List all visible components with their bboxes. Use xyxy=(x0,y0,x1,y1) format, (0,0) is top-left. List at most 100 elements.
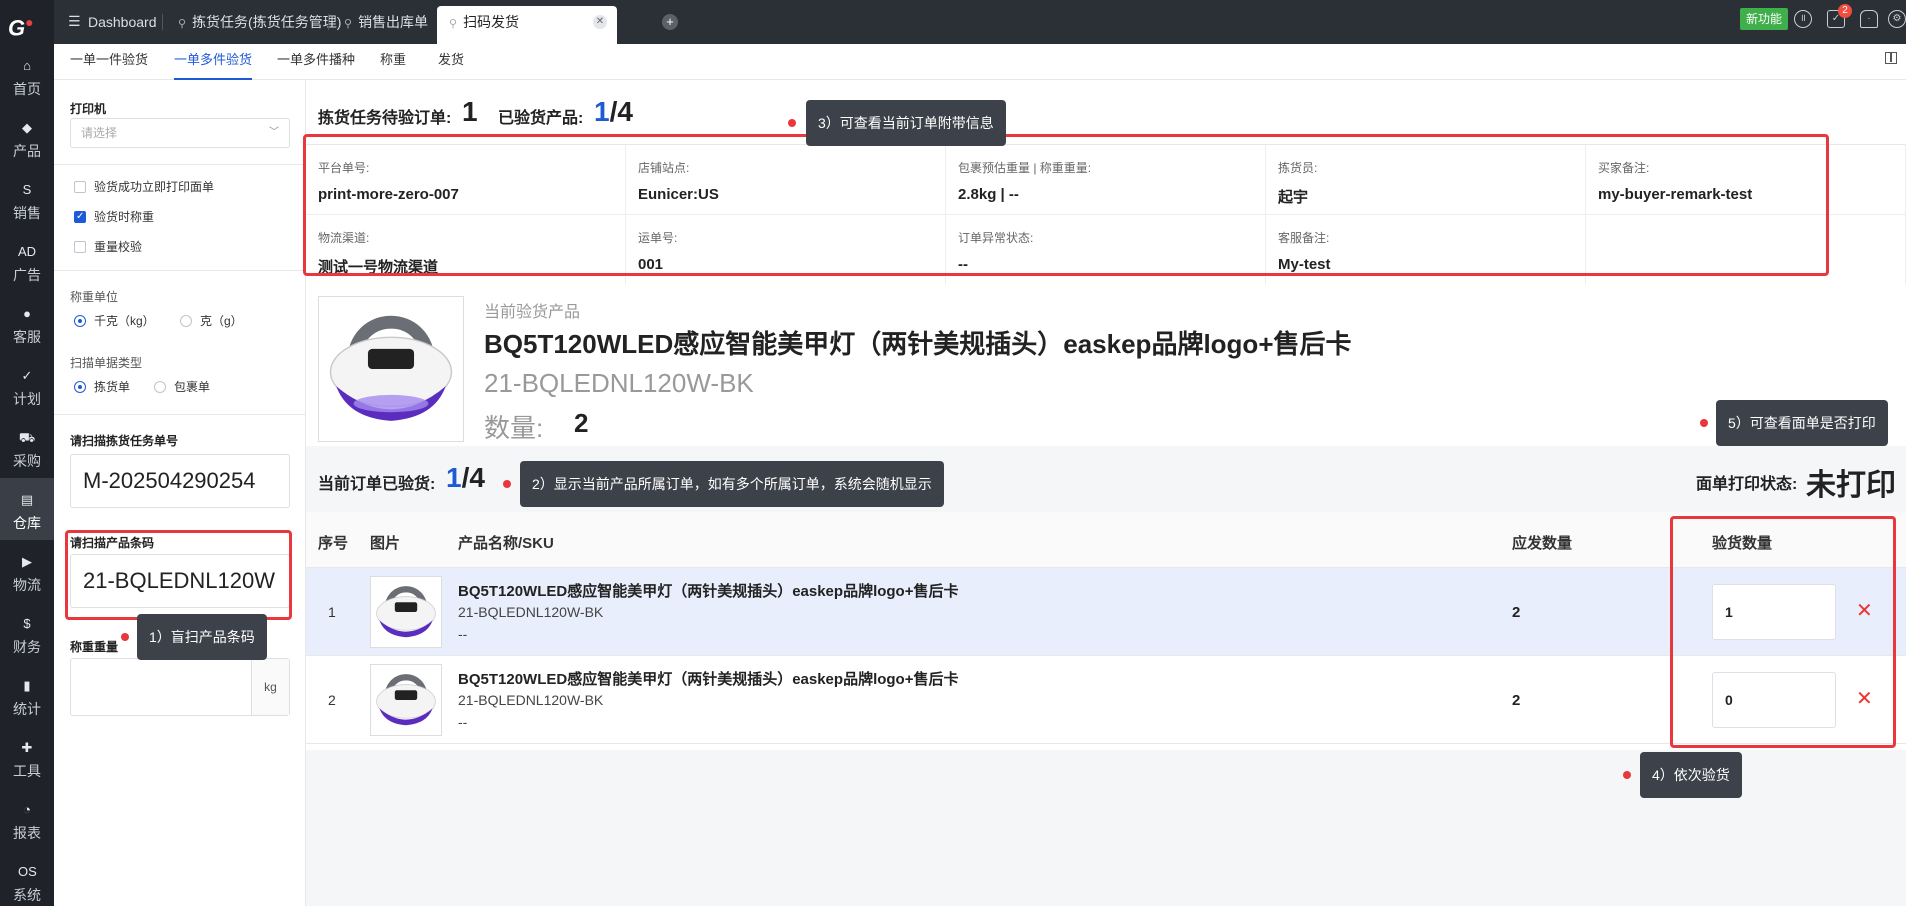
check-print-on-success[interactable]: 验货成功立即打印面单 xyxy=(74,180,214,194)
nav-item-truck[interactable]: ▶ 物流 xyxy=(0,540,54,602)
nav-item-chat[interactable]: ● 客服 xyxy=(0,292,54,354)
nav-item-cart[interactable]: ⛟ 采购 xyxy=(0,416,54,478)
nav-item-label: 物流 xyxy=(13,577,41,593)
nav-item-stats[interactable]: ▮ 统计 xyxy=(0,664,54,726)
checkbox[interactable] xyxy=(74,241,86,253)
row-index: 2 xyxy=(328,692,336,708)
subtab-multi-sow[interactable]: 一单多件播种 xyxy=(277,44,355,80)
app-logo[interactable]: G● xyxy=(8,9,46,40)
bell-icon[interactable]: · xyxy=(1860,10,1878,28)
verified-products-label: 已验货产品: xyxy=(498,110,584,127)
new-feature-button[interactable]: 新功能 xyxy=(1740,8,1789,30)
subtab-weigh[interactable]: 称重 xyxy=(380,44,406,80)
add-tab-icon[interactable]: + xyxy=(662,14,678,30)
order-verified-done: 1 xyxy=(446,462,462,493)
tab-dashboard[interactable]: Dashboard xyxy=(76,6,169,38)
settings-icon[interactable]: ⚙ xyxy=(1888,10,1906,28)
radio-label: 拣货单 xyxy=(94,380,131,394)
pin-icon: ⚲ xyxy=(344,18,353,30)
order-verified-value: 1/4 xyxy=(446,462,485,494)
clipboard-icon: ✓ xyxy=(21,368,33,383)
radio-dot[interactable] xyxy=(74,315,86,327)
product-image xyxy=(318,296,464,442)
pause-icon[interactable]: ॥ xyxy=(1794,10,1812,28)
tip-order-info: 3）可查看当前订单附带信息 xyxy=(806,100,1006,146)
chevron-down-icon: ﹀ xyxy=(269,127,279,138)
nav-item-home[interactable]: ⌂ 首页 xyxy=(0,44,54,106)
radio-picking-list[interactable]: 拣货单 xyxy=(74,380,130,394)
warehouse-icon: ▤ xyxy=(20,492,34,507)
nav-item-money-bag[interactable]: $ 财务 xyxy=(0,602,54,664)
verified-total: /4 xyxy=(609,96,633,127)
tip-dot xyxy=(121,633,129,641)
radio-package-list[interactable]: 包裹单 xyxy=(154,380,210,394)
nav-item-os[interactable]: OS 系统 xyxy=(0,850,54,906)
weight-input[interactable]: kg xyxy=(70,658,290,716)
left-nav: G● ⌂ 首页 ◆ 产品 S 销售 AD 广告 ● 客服 ✓ 计划 ⛟ 采购 ▤ 仓库 ▶ 物流 $ 财务 ▮ 统计 ✚ 工具… xyxy=(0,0,54,906)
nav-item-cube[interactable]: ◆ 产品 xyxy=(0,106,54,168)
cube-icon: ◆ xyxy=(22,120,32,135)
tab-scan-ship[interactable]: ⚲ 扫码发货 ✕ xyxy=(437,6,617,44)
nav-item-label: 产品 xyxy=(13,143,41,159)
row-product-image xyxy=(370,576,442,648)
close-icon[interactable]: ✕ xyxy=(593,15,607,29)
pin-icon: ⚲ xyxy=(178,18,187,30)
tab-separator xyxy=(328,14,329,30)
divider xyxy=(54,414,306,415)
checkbox[interactable] xyxy=(74,210,86,224)
nav-item-label: 客服 xyxy=(13,329,41,345)
printer-select[interactable]: 请选择 ﹀ xyxy=(70,118,290,148)
book-icon[interactable] xyxy=(1885,52,1897,64)
check-weight-validate[interactable]: 重量校验 xyxy=(74,240,142,254)
tip-dot xyxy=(1700,419,1708,427)
nav-item-ad[interactable]: AD 广告 xyxy=(0,230,54,292)
nav-item-label: 首页 xyxy=(13,81,41,97)
task-no-input[interactable]: M-202504290254 xyxy=(70,454,290,508)
nav-item-label: 计划 xyxy=(13,391,41,407)
nav-item-label: 仓库 xyxy=(13,515,41,531)
nav-item-label: 财务 xyxy=(13,639,41,655)
tab-picking-task[interactable]: ⚲ 拣货任务(拣货任务管理) xyxy=(166,6,353,38)
subtab-ship[interactable]: 发货 xyxy=(438,44,464,80)
radio-dot[interactable] xyxy=(180,315,192,327)
nav-item-toolbox[interactable]: ✚ 工具 xyxy=(0,726,54,788)
printer-placeholder: 请选择 xyxy=(81,126,118,140)
tab-bar: ☰ Dashboard ⚲ 拣货任务(拣货任务管理) ⚲ 销售出库单 ⚲ 扫码发货 ✕ … xyxy=(54,0,1906,44)
radio-kg[interactable]: 千克（kg） xyxy=(74,314,155,328)
weigh-label: 称重重量 xyxy=(70,640,119,654)
pending-orders-label: 拣货任务待验订单: xyxy=(318,110,452,127)
check-weigh-on-verify[interactable]: 验货时称重 xyxy=(74,210,154,224)
row-ship-qty: 2 xyxy=(1512,692,1521,709)
table-row[interactable]: 2 BQ5T120WLED感应智能美甲灯（两针美规插头）easkep品牌logo… xyxy=(306,656,1906,744)
radio-dot[interactable] xyxy=(74,381,86,393)
radio-label: 克（g） xyxy=(200,314,243,328)
subtab-multi-item[interactable]: 一单多件验货 xyxy=(174,44,253,80)
nail-lamp-image xyxy=(376,586,436,638)
checkbox[interactable] xyxy=(74,181,86,193)
toolbox-icon: ✚ xyxy=(21,740,33,755)
nav-item-label: 统计 xyxy=(13,701,41,717)
highlight-order-info xyxy=(303,134,1829,276)
nav-item-pie-chart[interactable]: ◔ 报表 xyxy=(0,788,54,850)
radio-g[interactable]: 克（g） xyxy=(180,314,243,328)
radio-dot[interactable] xyxy=(154,381,166,393)
radio-label: 包裹单 xyxy=(174,380,211,394)
nav-item-warehouse[interactable]: ▤ 仓库 xyxy=(0,478,54,540)
nav-item-sales[interactable]: S 销售 xyxy=(0,168,54,230)
current-product-sku: 21-BQLEDNL120W-BK xyxy=(484,368,754,398)
row-extra: -- xyxy=(458,714,468,730)
current-product-label: 当前验货产品 xyxy=(484,304,581,321)
current-qty-label: 数量: xyxy=(484,413,544,443)
tab-sales-outbound[interactable]: ⚲ 销售出库单 xyxy=(332,6,440,38)
row-index: 1 xyxy=(328,604,336,620)
table-row[interactable]: 1 BQ5T120WLED感应智能美甲灯（两针美规插头）easkep品牌logo… xyxy=(306,568,1906,656)
cart-icon: ⛟ xyxy=(18,430,36,445)
subtab-single-item[interactable]: 一单一件验货 xyxy=(70,44,148,80)
check-label: 验货成功立即打印面单 xyxy=(94,180,215,194)
nav-item-clipboard[interactable]: ✓ 计划 xyxy=(0,354,54,416)
money-bag-icon: $ xyxy=(23,616,31,631)
stats-icon: ▮ xyxy=(23,678,31,693)
tip-order-belongs: 2）显示当前产品所属订单，如有多个所属订单，系统会随机显示 xyxy=(520,461,944,507)
th-name-sku: 产品名称/SKU xyxy=(458,535,554,552)
nav-item-label: 采购 xyxy=(13,453,41,469)
